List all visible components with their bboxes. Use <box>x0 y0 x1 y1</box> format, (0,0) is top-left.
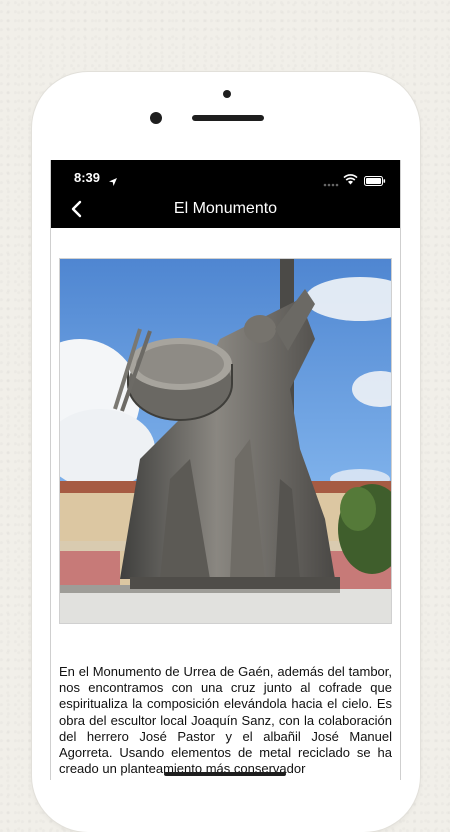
page-title: El Monumento <box>173 200 278 217</box>
home-indicator[interactable] <box>164 772 286 776</box>
app-header: 8:39 El Monumento <box>51 160 400 228</box>
status-time: 8:39 <box>74 170 101 185</box>
cellular-signal-icon <box>323 175 339 193</box>
app-screen: 8:39 El Monumento En el Monumento de Urr… <box>50 160 401 780</box>
battery-icon <box>364 173 386 191</box>
wifi-icon <box>343 172 358 190</box>
monument-description: En el Monumento de Urrea de Gaén, además… <box>59 664 392 777</box>
front-sensor-dot <box>223 90 231 98</box>
location-arrow-icon <box>109 173 117 191</box>
earpiece-speaker <box>192 115 264 121</box>
front-camera <box>150 112 162 124</box>
monument-photo <box>59 258 392 624</box>
